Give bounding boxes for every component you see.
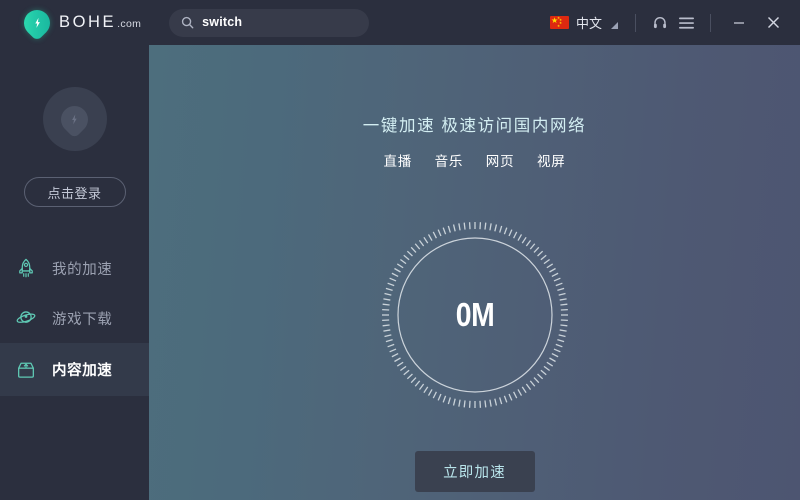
tag-webpage[interactable]: 网页 bbox=[486, 154, 515, 169]
sidebar-nav: 我的加速 游戏下载 内容加速 bbox=[0, 243, 149, 396]
sidebar-item-my-acceleration[interactable]: 我的加速 bbox=[0, 243, 149, 293]
tag-music[interactable]: 音乐 bbox=[435, 154, 464, 169]
title-bar: BOHE .com switch ★ ★ ★ ★ ★ 中文 bbox=[0, 0, 800, 45]
speed-gauge: 0M bbox=[380, 220, 570, 410]
tag-video[interactable]: 视屏 bbox=[537, 154, 566, 169]
login-button-label: 点击登录 bbox=[47, 185, 102, 201]
divider bbox=[635, 13, 636, 32]
title-bar-controls: ★ ★ ★ ★ ★ 中文 bbox=[549, 0, 800, 45]
category-tags: 直播 音乐 网页 视屏 bbox=[149, 150, 800, 170]
gauge-value: 0M bbox=[455, 296, 494, 333]
sidebar-item-label: 内容加速 bbox=[52, 363, 113, 379]
brand-text: BOHE .com bbox=[59, 13, 141, 32]
main-content: 一键加速 极速访问国内网络 直播 音乐 网页 视屏 0M 立即加速 bbox=[149, 45, 800, 500]
start-acceleration-button[interactable]: 立即加速 bbox=[414, 451, 535, 492]
headset-icon[interactable] bbox=[647, 10, 673, 36]
search-input[interactable]: switch bbox=[169, 8, 370, 37]
rocket-icon bbox=[14, 256, 38, 280]
minimize-button[interactable] bbox=[722, 0, 756, 45]
sidebar-item-label: 我的加速 bbox=[52, 261, 113, 278]
tag-live[interactable]: 直播 bbox=[383, 154, 412, 169]
bohe-shield-bolt-icon bbox=[18, 4, 56, 41]
avatar-logo-icon bbox=[55, 99, 94, 139]
china-flag-icon: ★ ★ ★ ★ ★ bbox=[549, 16, 569, 29]
sidebar-item-label: 游戏下载 bbox=[52, 311, 113, 328]
brand-tld: .com bbox=[117, 18, 142, 30]
login-button[interactable]: 点击登录 bbox=[23, 177, 126, 207]
chevron-down-icon bbox=[611, 22, 618, 29]
app-window: BOHE .com switch ★ ★ ★ ★ ★ 中文 点击登录 我的加速 … bbox=[0, 0, 800, 500]
search-icon bbox=[182, 16, 194, 29]
sidebar: 点击登录 我的加速 游戏下载 内容加速 bbox=[0, 45, 149, 500]
hamburger-menu-icon[interactable] bbox=[673, 10, 699, 36]
page-title: 一键加速 极速访问国内网络 bbox=[362, 117, 587, 135]
brand-logo[interactable]: BOHE .com bbox=[18, 4, 141, 41]
language-label: 中文 bbox=[575, 16, 602, 31]
divider bbox=[710, 13, 711, 32]
start-acceleration-label: 立即加速 bbox=[443, 465, 506, 481]
app-body: 点击登录 我的加速 游戏下载 内容加速 一键加速 极速访问国内网络 直播 音乐 … bbox=[0, 45, 800, 500]
planet-icon bbox=[14, 306, 38, 330]
avatar[interactable] bbox=[42, 87, 107, 151]
brand-name: BOHE bbox=[59, 13, 117, 31]
language-selector[interactable]: ★ ★ ★ ★ ★ 中文 bbox=[549, 13, 624, 32]
close-button[interactable] bbox=[756, 0, 790, 45]
sidebar-item-game-download[interactable]: 游戏下载 bbox=[0, 293, 149, 343]
content-box-icon bbox=[14, 358, 38, 382]
search-value: switch bbox=[202, 15, 243, 30]
sidebar-item-content-acceleration[interactable]: 内容加速 bbox=[0, 343, 149, 396]
